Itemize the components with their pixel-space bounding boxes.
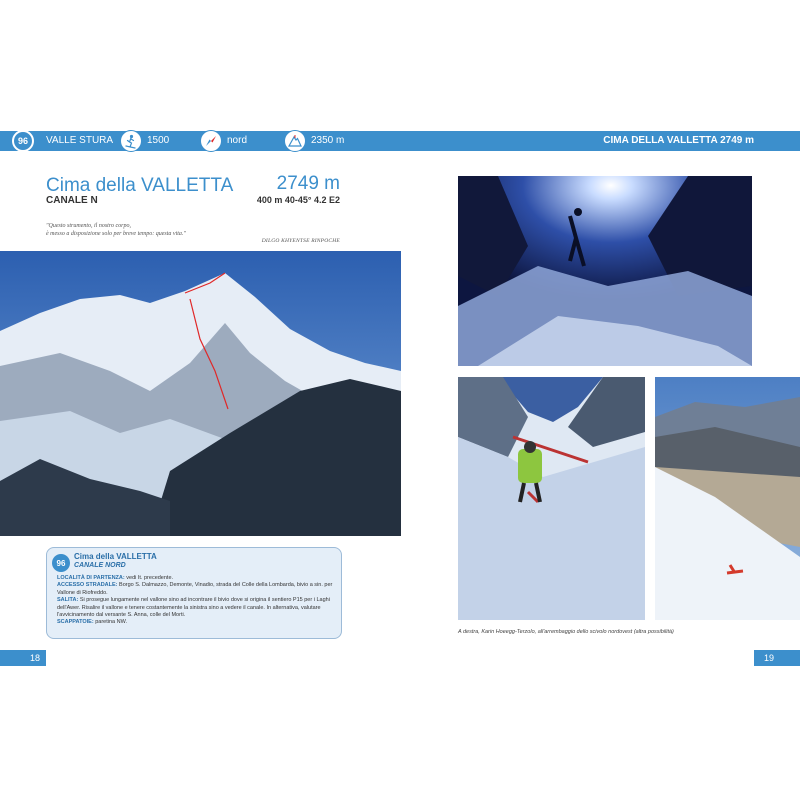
start-altitude-label: 1500 — [147, 135, 170, 146]
page-number-right: 19 — [754, 650, 800, 666]
compass-icon — [200, 130, 222, 152]
photo-caption: A destra, Karin Hoeegg-Terzolo, all'arre… — [458, 629, 674, 635]
summit-altitude-label: 2350 m — [311, 135, 345, 146]
exposure-label: nord — [227, 135, 248, 146]
info-partenza: LOCALITÀ DI PARTENZA: vedi It. precedent… — [57, 575, 174, 581]
region-label: VALLE STURA — [46, 135, 114, 146]
route-title: Cima della VALLETTA — [46, 175, 234, 196]
quote-line: "Questo strumento, il nostro corpo, — [46, 223, 131, 229]
info-salita: SALITA: Si prosegue lungamente nel vallo… — [57, 597, 330, 619]
route-altitude: 2749 m — [276, 173, 340, 194]
route-subtitle: CANALE N — [46, 195, 98, 206]
info-accesso: ACCESSO STRADALE: Borgo S. Dalmazzo, Dem… — [57, 582, 333, 596]
header-band: 96 VALLE STURA 1500 nord 2350 m CIMA DEL… — [0, 130, 800, 152]
route-number-badge: 96 — [52, 554, 70, 572]
summit-icon — [284, 130, 306, 152]
quote-author: DILGO KHYENTSE RINPOCHE — [261, 238, 340, 244]
route-number-badge: 96 — [12, 130, 34, 152]
info-subtitle: CANALE NORD — [74, 562, 126, 569]
climber-photo-top — [458, 176, 752, 366]
route-info-box: 96 Cima della VALLETTA CANALE NORD LOCAL… — [46, 547, 342, 639]
climber-photo-couloir — [458, 377, 645, 620]
ski-tourer-icon — [120, 130, 142, 152]
page-number-left: 18 — [0, 650, 46, 666]
mountain-photo — [0, 251, 401, 536]
info-scappatoie: SCAPPATOIE: paretina NW. — [57, 619, 127, 626]
info-body: LOCALITÀ DI PARTENZA: vedi It. precedent… — [57, 575, 339, 627]
route-spec: 400 m 40-45° 4.2 E2 — [256, 195, 340, 205]
quote-line: è messo a disposizione solo per breve te… — [46, 231, 186, 237]
skier-photo-slope — [655, 377, 800, 620]
right-page-title: CIMA DELLA VALLETTA 2749 m — [603, 135, 754, 146]
info-title: Cima della VALLETTA — [74, 552, 157, 561]
quote: "Questo strumento, il nostro corpo, è me… — [46, 222, 186, 238]
